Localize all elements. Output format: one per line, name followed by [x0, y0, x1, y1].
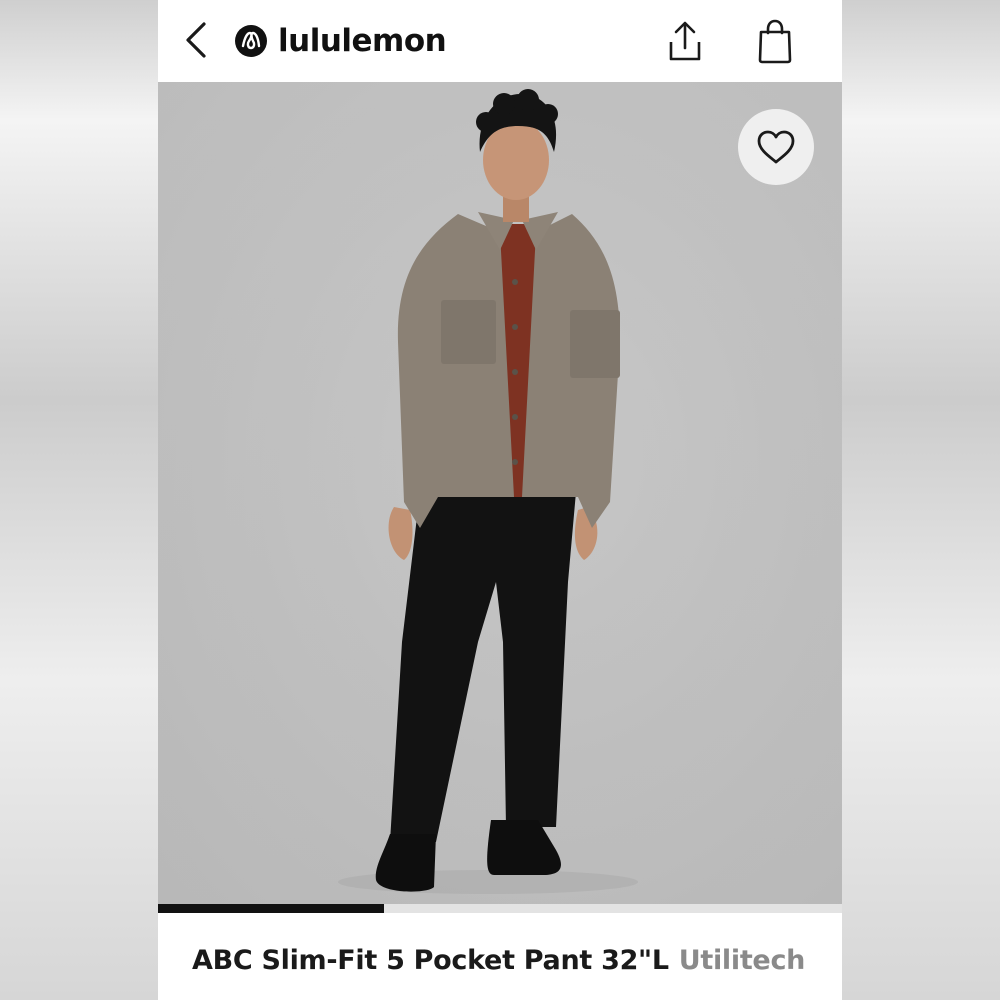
brand-logo-link[interactable]: lululemon	[234, 21, 447, 61]
background-right	[842, 0, 1000, 1000]
lululemon-logo-icon	[235, 25, 267, 57]
product-name: ABC Slim-Fit 5 Pocket Pant 32"L	[192, 945, 669, 976]
share-icon	[669, 21, 701, 61]
top-nav-bar: lululemon	[158, 0, 842, 83]
background-left	[0, 0, 158, 1000]
heart-icon	[757, 130, 795, 164]
product-image[interactable]	[158, 82, 842, 904]
product-title: ABC Slim-Fit 5 Pocket Pant 32"L Utilitech	[192, 945, 832, 989]
chevron-left-icon	[186, 22, 206, 58]
shopping-bag-icon	[758, 19, 792, 64]
image-carousel-progress	[158, 904, 842, 913]
share-button[interactable]	[663, 18, 707, 64]
favorite-button[interactable]	[738, 109, 814, 185]
product-screen: lululemon ABC Slim-Fit 5 Pocket Pant 32"…	[158, 0, 842, 1000]
back-button[interactable]	[176, 20, 216, 60]
product-fabric: Utilitech	[678, 945, 806, 976]
product-photo	[158, 82, 842, 904]
image-carousel-progress-fill	[158, 904, 384, 913]
brand-name: lululemon	[278, 23, 447, 59]
shopping-bag-button[interactable]	[753, 16, 797, 66]
